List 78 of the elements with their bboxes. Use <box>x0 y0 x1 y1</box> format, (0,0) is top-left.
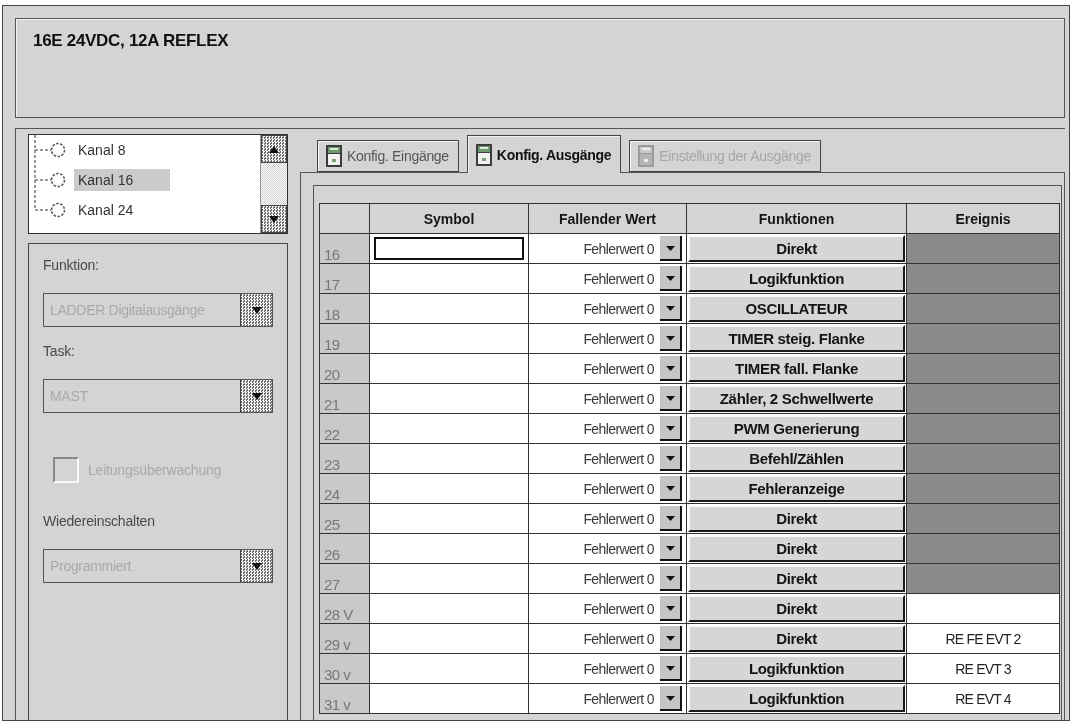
fallback-dropdown[interactable]: Fehlerwert 0 <box>529 654 686 683</box>
fallback-dropdown[interactable]: Fehlerwert 0 <box>529 624 686 653</box>
caret-icon <box>251 306 262 314</box>
function-button[interactable]: Direkt <box>688 595 905 622</box>
module-icon <box>326 145 342 167</box>
channel-number: 30 v <box>319 653 370 684</box>
function-button[interactable]: TIMER fall. Flanke <box>688 355 905 382</box>
channel-number: 21 <box>319 383 370 414</box>
column-header: Fallender Wert <box>559 210 656 227</box>
tab[interactable]: Konfig. Eingänge <box>317 140 459 172</box>
fallback-dropdown[interactable]: Fehlerwert 0 <box>529 504 686 533</box>
function-button[interactable]: PWM Generierung <box>688 415 905 442</box>
fallback-dropdown[interactable]: Fehlerwert 0 <box>529 234 686 263</box>
scroll-down-button[interactable] <box>261 205 287 233</box>
function-button[interactable]: Logikfunktion <box>688 265 905 292</box>
function-button[interactable]: TIMER steig. Flanke <box>688 325 905 352</box>
tree-item[interactable]: Kanal 8 <box>74 139 130 161</box>
fallback-dropdown[interactable]: Fehlerwert 0 <box>529 594 686 623</box>
fallback-dropdown[interactable]: Fehlerwert 0 <box>529 414 686 443</box>
field-label: Wiedereinschalten <box>43 512 156 530</box>
channel-number: 28 V <box>319 593 370 624</box>
fallback-dropdown[interactable]: Fehlerwert 0 <box>529 564 686 593</box>
fallback-dropdown[interactable]: Fehlerwert 0 <box>529 294 686 323</box>
symbol-input[interactable] <box>374 237 524 260</box>
channel-number: 27 <box>319 563 370 594</box>
tab[interactable]: Konfig. Ausgänge <box>466 135 622 173</box>
fallback-dropdown[interactable]: Fehlerwert 0 <box>529 264 686 293</box>
caret-icon <box>251 392 262 400</box>
fallback-dropdown[interactable]: Fehlerwert 0 <box>529 354 686 383</box>
event-cell: RE EVT 4 <box>906 683 1060 714</box>
tree-item[interactable]: Kanal 24 <box>74 199 138 221</box>
fallback-dropdown[interactable]: Fehlerwert 0 <box>529 474 686 503</box>
channel-number: 20 <box>319 353 370 384</box>
function-button[interactable]: Direkt <box>688 565 905 592</box>
channel-number: 16 <box>319 233 370 264</box>
function-button[interactable]: Direkt <box>688 505 905 532</box>
channel-number: 22 <box>319 413 370 444</box>
column-header: Ereignis <box>955 210 1011 227</box>
tree-item[interactable]: Kanal 16 <box>74 169 170 191</box>
function-button[interactable]: OSCILLATEUR <box>688 295 905 322</box>
function-button[interactable]: Zähler, 2 Schwellwerte <box>688 385 905 412</box>
window-title: 16E 24VDC, 12A REFLEX <box>33 31 229 51</box>
down-arrow-icon <box>269 215 279 223</box>
fallback-dropdown[interactable]: Fehlerwert 0 <box>529 684 686 713</box>
module-icon <box>638 145 655 167</box>
channel-number: 23 <box>319 443 370 474</box>
fallback-dropdown[interactable]: Fehlerwert 0 <box>529 384 686 413</box>
channel-number: 17 <box>319 263 370 294</box>
channel-number: 31 v <box>319 683 370 714</box>
fallback-dropdown[interactable]: Fehlerwert 0 <box>529 324 686 353</box>
scroll-up-button[interactable] <box>261 135 287 163</box>
tree-node-icon <box>32 135 66 165</box>
event-cell: RE EVT 3 <box>906 653 1060 684</box>
function-button[interactable]: Befehl/Zählen <box>688 445 905 472</box>
channel-number: 18 <box>319 293 370 324</box>
function-button[interactable]: Direkt <box>688 235 905 262</box>
field-label: Task: <box>43 342 76 360</box>
channel-number: 19 <box>319 323 370 354</box>
channel-number: 26 <box>319 533 370 564</box>
caret-icon <box>251 562 262 570</box>
column-header: Funktionen <box>758 210 835 227</box>
fallback-dropdown[interactable]: Fehlerwert 0 <box>529 534 686 563</box>
function-button[interactable]: Fehleranzeige <box>688 475 905 502</box>
field-label: Funktion: <box>43 256 100 274</box>
event-cell: RE FE EVT 2 <box>906 623 1060 654</box>
scrollbar-track[interactable] <box>260 135 287 233</box>
column-header: Symbol <box>423 210 475 227</box>
function-button[interactable]: Direkt <box>688 625 905 652</box>
function-button[interactable]: Logikfunktion <box>688 655 905 682</box>
channel-number: 24 <box>319 473 370 504</box>
fallback-dropdown[interactable]: Fehlerwert 0 <box>529 444 686 473</box>
function-button[interactable]: Direkt <box>688 535 905 562</box>
function-button[interactable]: Logikfunktion <box>688 685 905 712</box>
channel-number: 29 v <box>319 623 370 654</box>
up-arrow-icon <box>269 145 279 153</box>
tree-node-icon <box>32 165 66 195</box>
module-icon <box>475 143 492 166</box>
channel-number: 25 <box>319 503 370 534</box>
